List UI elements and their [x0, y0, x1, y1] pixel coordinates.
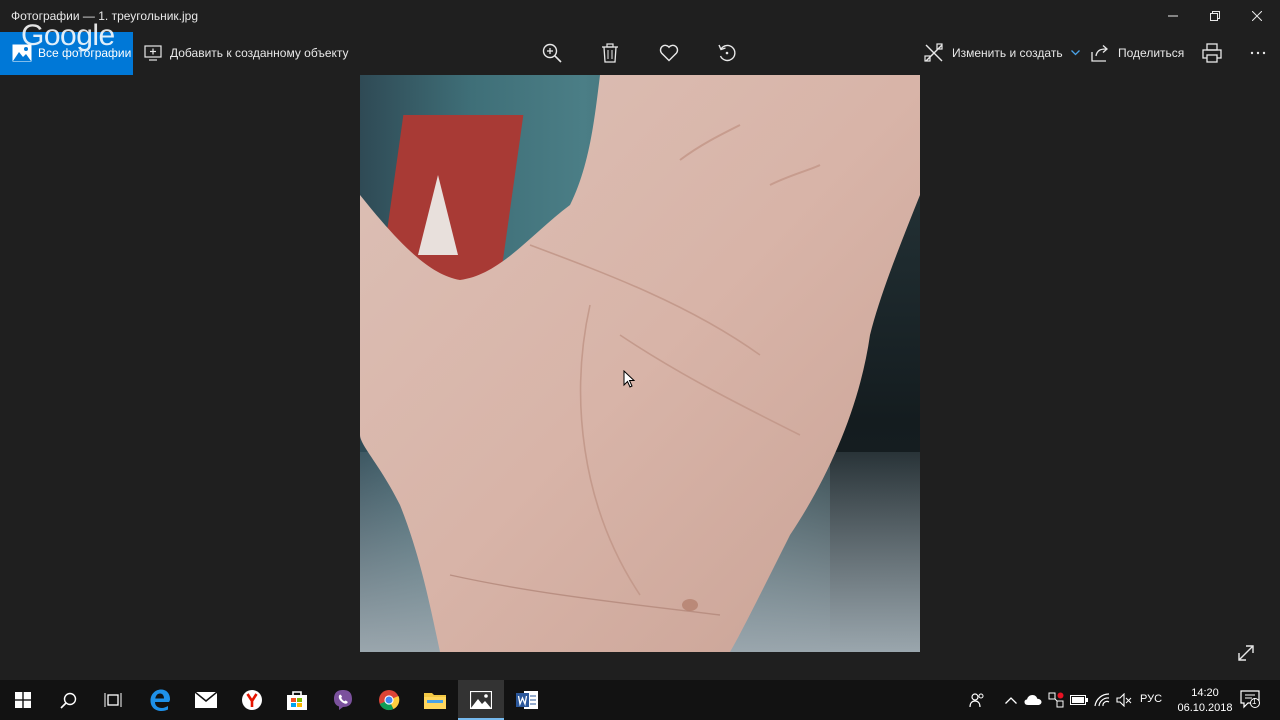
google-watermark: Google [21, 19, 115, 52]
mail-icon [195, 692, 217, 708]
taskbar-edge[interactable] [137, 680, 183, 720]
restore-button[interactable] [1192, 0, 1238, 32]
share-label: Поделиться [1118, 46, 1185, 60]
notification-icon [1240, 690, 1260, 709]
battery-icon[interactable] [1070, 691, 1088, 709]
mouse-cursor-icon [623, 370, 635, 388]
search-icon [59, 692, 76, 709]
taskbar-photos[interactable] [458, 680, 504, 720]
trash-icon[interactable] [599, 42, 621, 64]
chrome-icon [379, 690, 400, 711]
taskbar-yandex-browser[interactable] [229, 680, 275, 720]
clock[interactable]: 14:20 06.10.2018 [1174, 686, 1236, 716]
add-creation-icon [144, 45, 162, 61]
folder-icon [424, 693, 446, 709]
minimize-icon [1168, 15, 1178, 17]
photos-app-icon [470, 691, 492, 709]
share-button[interactable]: Поделиться [1090, 32, 1184, 74]
title-bar: Фотографии — 1. треугольник.jpg [0, 0, 1280, 32]
people-icon[interactable] [968, 691, 986, 709]
volume-muted-icon[interactable] [1115, 691, 1133, 709]
yandex-browser-icon [242, 690, 262, 710]
restore-icon [1210, 11, 1220, 21]
photo-viewer-image[interactable] [360, 75, 920, 652]
word-icon [516, 691, 538, 709]
action-center-button[interactable]: 1 [1240, 689, 1260, 709]
chevron-up-icon [1005, 696, 1017, 704]
input-language[interactable]: РУС [1140, 693, 1162, 705]
fullscreen-icon[interactable] [1236, 643, 1256, 663]
ellipsis-icon[interactable] [1247, 42, 1269, 64]
onedrive-icon[interactable] [1024, 691, 1042, 709]
share-icon [1091, 45, 1108, 62]
printer-icon[interactable] [1201, 42, 1223, 64]
toolbar: Все фотографии Добавить к созданному объ… [0, 32, 1280, 75]
close-button[interactable] [1234, 0, 1280, 32]
clock-date: 06.10.2018 [1177, 702, 1233, 714]
chevron-down-icon [1070, 50, 1080, 56]
search-button[interactable] [45, 680, 91, 720]
add-to-creation-label: Добавить к созданному объекту [170, 46, 349, 60]
taskbar-store[interactable] [274, 680, 320, 720]
minimize-button[interactable] [1150, 0, 1196, 32]
start-button[interactable] [0, 680, 46, 720]
show-hidden-icons[interactable] [1002, 691, 1020, 709]
task-view-button[interactable] [90, 680, 136, 720]
notification-count: 1 [1252, 697, 1257, 706]
taskbar-word[interactable] [504, 680, 550, 720]
clock-time: 14:20 [1191, 687, 1219, 699]
viber-icon [334, 690, 352, 710]
close-icon [1252, 11, 1262, 21]
heart-icon[interactable] [658, 42, 680, 64]
wifi-icon[interactable] [1093, 691, 1111, 709]
edit-create-icon [924, 43, 943, 62]
rotate-icon[interactable] [716, 42, 738, 64]
taskbar-viber[interactable] [320, 680, 366, 720]
taskbar-chrome[interactable] [366, 680, 412, 720]
network-status-icon[interactable] [1047, 691, 1065, 709]
taskbar-mail[interactable] [183, 680, 229, 720]
edge-icon [150, 689, 170, 711]
edit-create-button[interactable]: Изменить и создать [924, 32, 1080, 74]
zoom-in-icon[interactable] [541, 42, 563, 64]
taskbar: РУС 14:20 06.10.2018 1 [0, 680, 1280, 720]
add-to-creation-button[interactable]: Добавить к созданному объекту [144, 32, 349, 74]
store-icon [287, 691, 307, 710]
taskbar-file-explorer[interactable] [412, 680, 458, 720]
edit-create-label: Изменить и создать [952, 46, 1063, 60]
palm-of-hand [360, 75, 920, 652]
windows-logo-icon [15, 692, 31, 708]
task-view-icon [104, 693, 122, 707]
